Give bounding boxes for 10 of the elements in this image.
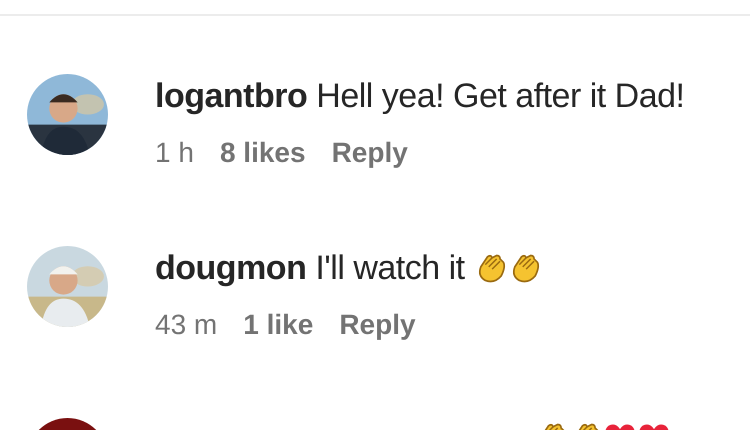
comment-text: Hell yea! Get after it Dad! <box>316 76 684 116</box>
username[interactable]: logantbro <box>155 76 308 116</box>
likes-count[interactable]: 8 likes <box>220 136 306 170</box>
reply-link[interactable]: Reply <box>332 136 408 170</box>
comment-time: 43 m <box>155 308 218 342</box>
reply-link[interactable]: Reply <box>339 308 416 342</box>
username[interactable]: dougmon <box>155 248 306 288</box>
likes-count[interactable]: 1 like <box>243 308 314 342</box>
comment-time: 1 h <box>155 136 194 170</box>
comment-text: I'll watch it <box>315 248 465 288</box>
